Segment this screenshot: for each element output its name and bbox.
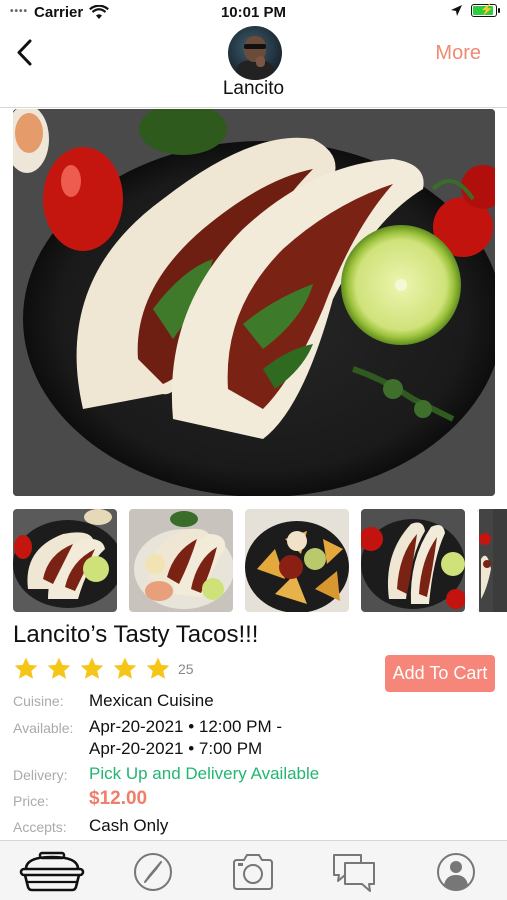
star-icon bbox=[146, 657, 170, 679]
delivery-value: Pick Up and Delivery Available bbox=[89, 764, 320, 783]
chat-bubbles-icon[interactable] bbox=[331, 851, 377, 893]
status-time: 10:01 PM bbox=[220, 4, 287, 21]
rating-stars: 25 bbox=[13, 656, 194, 682]
listing-title: Lancito’s Tasty Tacos!!! bbox=[13, 621, 259, 648]
accepts-label: Accepts: bbox=[13, 819, 67, 835]
price-label: Price: bbox=[13, 793, 49, 809]
main-food-image[interactable] bbox=[13, 109, 495, 496]
price-value: $12.00 bbox=[89, 788, 148, 809]
food-container-icon[interactable] bbox=[18, 851, 86, 893]
cuisine-label: Cuisine: bbox=[13, 693, 64, 709]
thumbnail-image[interactable] bbox=[129, 509, 233, 612]
thumbnail-image[interactable] bbox=[477, 509, 507, 612]
compass-icon[interactable] bbox=[133, 851, 173, 893]
available-label: Available: bbox=[13, 720, 74, 736]
status-right: ⚡ bbox=[450, 4, 500, 17]
star-icon bbox=[113, 657, 137, 679]
battery-icon: ⚡ bbox=[471, 4, 500, 17]
avatar[interactable] bbox=[228, 26, 282, 80]
delivery-label: Delivery: bbox=[13, 767, 68, 783]
camera-icon[interactable] bbox=[231, 851, 275, 893]
location-arrow-icon bbox=[451, 5, 462, 16]
star-icon bbox=[47, 657, 71, 679]
profile-icon[interactable] bbox=[436, 851, 476, 893]
cuisine-value: Mexican Cuisine bbox=[89, 691, 214, 710]
tab-bar bbox=[0, 840, 507, 900]
thumbnail-image[interactable] bbox=[13, 509, 117, 612]
image-thumbnails bbox=[13, 509, 507, 612]
rating-count: 25 bbox=[178, 661, 194, 677]
star-icon bbox=[80, 657, 104, 679]
accepts-value: Cash Only bbox=[89, 816, 169, 835]
available-end: Apr-20-2021 • 7:00 PM bbox=[89, 739, 263, 758]
chevron-left-icon[interactable] bbox=[12, 38, 42, 68]
thumbnail-image[interactable] bbox=[361, 509, 465, 612]
thumbnail-image[interactable] bbox=[245, 509, 349, 612]
add-to-cart-button[interactable]: Add To Cart bbox=[385, 655, 495, 692]
star-icon bbox=[14, 657, 38, 679]
header: Lancito More bbox=[0, 26, 507, 108]
more-button[interactable]: More bbox=[435, 42, 481, 65]
seller-name[interactable]: Lancito bbox=[0, 78, 507, 100]
status-bar: •••• Carrier 10:01 PM ⚡ bbox=[0, 0, 507, 26]
available-start: Apr-20-2021 • 12:00 PM - bbox=[89, 717, 283, 736]
